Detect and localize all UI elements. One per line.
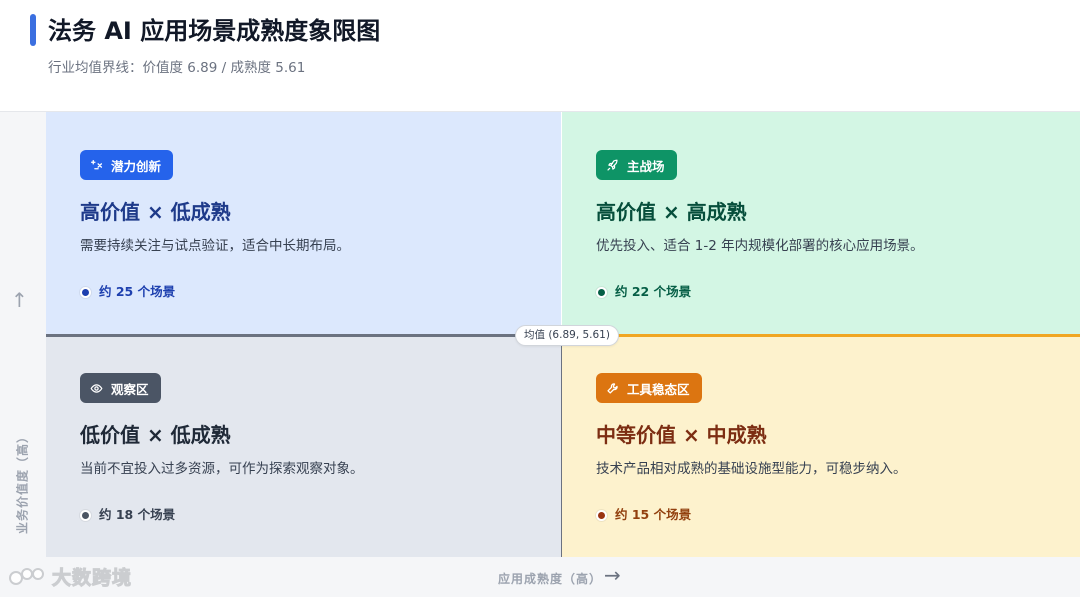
page-subtitle: 行业均值界线：价值度 6.89 / 成熟度 5.61 — [48, 60, 306, 76]
quadrant-main-battlefield: 主战场 高价值 × 高成熟 优先投入、适合 1-2 年内规模化部署的核心应用场景… — [562, 112, 1080, 335]
quadrant-badge: 潜力创新 — [80, 150, 174, 180]
page-header: 法务 AI 应用场景成熟度象限图 行业均值界线：价值度 6.89 / 成熟度 5… — [0, 0, 1080, 112]
y-axis-label: 业务价值度（高） — [15, 429, 30, 535]
quadrant-count-label: 约 25 个场景 — [99, 284, 176, 299]
watermark-text: 大数跨境 — [51, 567, 133, 590]
count-dot — [596, 286, 607, 298]
watermark-logo-icon — [9, 567, 44, 585]
quadrant-title: 中等价值 × 中成熟 — [596, 423, 767, 447]
quadrant-description: 优先投入、适合 1-2 年内规模化部署的核心应用场景。 — [596, 238, 924, 254]
eye-icon — [90, 383, 103, 393]
count-dot — [596, 509, 607, 521]
quadrant-badge-label: 主战场 — [627, 158, 665, 174]
quadrant-badge-label: 潜力创新 — [111, 158, 162, 174]
mean-point-label: 均值 (6.89, 5.61) — [515, 325, 619, 346]
horizontal-mean-line-left — [46, 334, 562, 337]
y-arrow-up-icon: ↑ — [11, 288, 28, 312]
quadrant-description: 当前不宜投入过多资源，可作为探索观察对象。 — [80, 461, 364, 477]
quadrant-description: 技术产品相对成熟的基础设施型能力，可稳步纳入。 — [596, 461, 907, 477]
quadrant-badge: 主战场 — [596, 150, 677, 180]
quadrant-title: 低价值 × 低成熟 — [80, 423, 231, 447]
sparkle-icon — [90, 159, 103, 169]
quadrant-count: 约 15 个场景 — [596, 506, 691, 524]
quadrant-title: 高价值 × 高成熟 — [596, 200, 747, 224]
wrench-icon — [607, 382, 618, 394]
quadrant-badge-label: 工具稳态区 — [627, 381, 690, 397]
quadrant-title: 高价值 × 低成熟 — [80, 200, 231, 224]
count-dot — [80, 286, 91, 298]
x-arrow-right-icon: → — [604, 563, 621, 587]
quadrant-description: 需要持续关注与试点验证，适合中长期布局。 — [80, 238, 350, 254]
count-dot — [80, 509, 91, 521]
quadrant-tool-steady-zone: 工具稳态区 中等价值 × 中成熟 技术产品相对成熟的基础设施型能力，可稳步纳入。… — [562, 335, 1080, 557]
horizontal-mean-line-right — [562, 334, 1080, 337]
quadrant-count-label: 约 18 个场景 — [99, 507, 176, 522]
quadrant-count-label: 约 22 个场景 — [615, 284, 692, 299]
x-axis: 应用成熟度（高） → — [0, 557, 1080, 597]
quadrant-potential-innovation: 潜力创新 高价值 × 低成熟 需要持续关注与试点验证，适合中长期布局。 约 25… — [46, 112, 562, 335]
quadrant-count: 约 22 个场景 — [596, 283, 691, 301]
watermark: 大数跨境 — [8, 563, 132, 590]
vertical-mean-line — [561, 337, 562, 557]
title-accent-bar — [30, 14, 36, 46]
y-axis: ↑ 业务价值度（高） — [0, 112, 46, 557]
quadrant-count: 约 25 个场景 — [80, 283, 175, 301]
quadrant-badge: 观察区 — [80, 373, 161, 403]
quadrant-count: 约 18 个场景 — [80, 506, 175, 524]
x-axis-label: 应用成熟度（高） — [498, 572, 603, 586]
page-title: 法务 AI 应用场景成熟度象限图 — [48, 17, 381, 45]
quadrant-badge-label: 观察区 — [111, 381, 149, 397]
quadrant-badge: 工具稳态区 — [596, 373, 702, 403]
quadrant-count-label: 约 15 个场景 — [615, 507, 692, 522]
rocket-icon — [607, 159, 618, 171]
quadrant-observation-zone: 观察区 低价值 × 低成熟 当前不宜投入过多资源，可作为探索观察对象。 约 18… — [46, 335, 562, 557]
